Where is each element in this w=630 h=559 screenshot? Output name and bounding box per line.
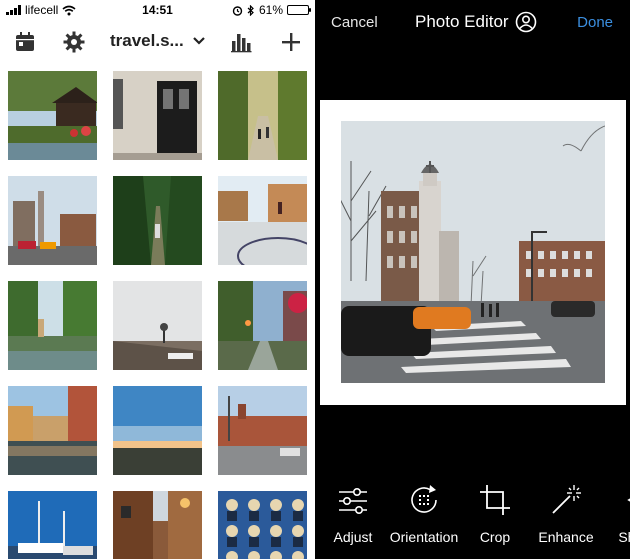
magic-wand-icon <box>552 485 581 514</box>
photo-editor-panel: Cancel Photo Editor Done Adjust Orientat… <box>315 0 630 559</box>
photo-thumbnail[interactable] <box>113 71 202 160</box>
account-name: travel.s... <box>110 31 184 50</box>
user-account-icon[interactable] <box>515 11 537 33</box>
battery-percent: 61% <box>258 3 283 17</box>
photo-thumbnail[interactable] <box>218 491 307 559</box>
editor-title: Photo Editor <box>415 11 537 33</box>
account-switcher[interactable]: travel.s... <box>110 31 206 51</box>
cancel-button[interactable]: Cancel <box>331 14 378 31</box>
chevron-down-icon <box>192 37 205 45</box>
battery-icon <box>287 5 311 15</box>
tool-share-label: Share <box>618 529 630 545</box>
status-bar: lifecell 14:51 61% <box>0 0 315 20</box>
sliders-icon <box>339 488 367 514</box>
photo-thumbnail[interactable] <box>218 176 307 265</box>
photo-thumbnail[interactable] <box>218 386 307 475</box>
photo-thumbnail[interactable] <box>8 281 97 370</box>
photo-thumbnail[interactable] <box>113 491 202 559</box>
editing-photo[interactable] <box>341 121 605 383</box>
photo-grid <box>0 63 315 559</box>
photo-thumbnail[interactable] <box>8 386 97 475</box>
rotate-icon <box>411 485 437 513</box>
photo-thumbnail[interactable] <box>8 71 97 160</box>
crop-icon <box>480 485 510 515</box>
calendar-icon[interactable] <box>13 30 37 54</box>
photo-thumbnail[interactable] <box>218 71 307 160</box>
photo-thumbnail[interactable] <box>113 386 202 475</box>
share-icon <box>627 498 630 502</box>
photo-thumbnail[interactable] <box>113 281 202 370</box>
photo-thumbnail[interactable] <box>218 281 307 370</box>
photo-thumbnail[interactable] <box>113 176 202 265</box>
alarm-icon <box>232 5 243 16</box>
tool-share[interactable]: Share <box>592 478 630 559</box>
done-button[interactable]: Done <box>577 14 613 31</box>
bluetooth-icon <box>247 4 254 16</box>
feed-toolbar: travel.s... <box>0 22 315 62</box>
editor-header: Cancel Photo Editor Done <box>315 0 630 46</box>
bar-chart-icon[interactable] <box>229 30 253 54</box>
photo-thumbnail[interactable] <box>8 491 97 559</box>
gear-icon[interactable] <box>62 30 86 54</box>
plus-icon[interactable] <box>279 30 303 54</box>
editor-title-text: Photo Editor <box>415 12 509 31</box>
photo-canvas-frame <box>320 100 626 405</box>
feed-panel: lifecell 14:51 61% travel.s... <box>0 0 315 559</box>
editor-tool-bar: Adjust Orientation Crop Enhance S <box>315 478 630 559</box>
photo-thumbnail[interactable] <box>8 176 97 265</box>
